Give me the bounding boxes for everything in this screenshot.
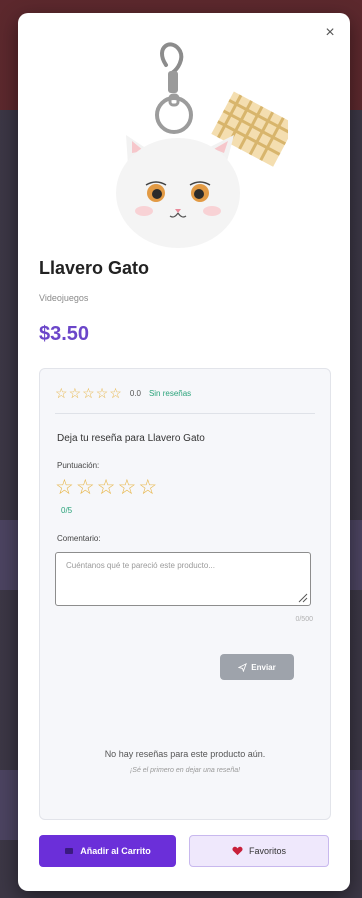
product-category: Videojuegos (39, 293, 89, 303)
close-button[interactable]: × (320, 23, 340, 43)
star-outline-icon: ☆ (95, 385, 109, 401)
empty-reviews-subtext: ¡Sé el primero en dejar una reseña! (129, 767, 241, 774)
rating-summary: ☆ ☆ ☆ ☆ ☆ 0.0 Sin reseñas (55, 386, 191, 400)
reviews-panel: ☆ ☆ ☆ ☆ ☆ 0.0 Sin reseñas Deja tu reseña… (39, 368, 331, 820)
score-value: 0/5 (61, 506, 73, 515)
star-outline-icon: ☆ (82, 385, 95, 401)
cart-icon (65, 848, 74, 854)
empty-reviews-message: No hay reseñas para este producto aún. (104, 749, 266, 759)
summary-stars: ☆ ☆ ☆ ☆ ☆ (55, 386, 122, 400)
star-rating-3-icon[interactable]: ☆ (97, 477, 116, 499)
product-price: $3.50 (39, 323, 90, 345)
resize-grip-icon[interactable] (298, 593, 308, 603)
close-icon: × (325, 24, 335, 41)
heart-icon (232, 846, 243, 856)
send-label: Enviar (251, 662, 276, 672)
send-review-button[interactable]: Enviar (220, 654, 294, 680)
star-rating-4-icon[interactable]: ☆ (117, 477, 136, 499)
favorites-label: Favoritos (248, 846, 286, 856)
add-to-cart-label: Añadir al Carrito (80, 846, 151, 856)
star-outline-icon: ☆ (55, 385, 68, 401)
star-rating-5-icon[interactable]: ☆ (138, 477, 157, 499)
comment-label: Comentario: (57, 534, 101, 543)
divider (55, 413, 315, 414)
star-rating-1-icon[interactable]: ☆ (55, 477, 74, 499)
review-form-heading: Deja tu reseña para Llavero Gato (57, 433, 205, 444)
score-label: Puntuación: (57, 461, 100, 470)
star-rating-2-icon[interactable]: ☆ (76, 477, 95, 499)
product-title: Llavero Gato (39, 258, 150, 278)
rating-stars-input: ☆ ☆ ☆ ☆ ☆ (55, 477, 157, 499)
favorites-button[interactable]: Favoritos (189, 835, 329, 867)
star-outline-icon: ☆ (109, 385, 122, 401)
add-to-cart-button[interactable]: Añadir al Carrito (39, 835, 176, 867)
comment-textarea[interactable] (55, 552, 311, 606)
product-modal: × Llavero Gato Videojuegos $3.50 ☆ ☆ ☆ ☆… (18, 13, 350, 891)
paper-plane-icon (238, 662, 248, 672)
average-rating: 0.0 (129, 388, 141, 398)
char-count: 0/500 (295, 616, 313, 623)
star-outline-icon: ☆ (68, 385, 82, 401)
no-reviews-link[interactable]: Sin reseñas (149, 389, 191, 398)
cat-keychain-image (116, 42, 288, 248)
